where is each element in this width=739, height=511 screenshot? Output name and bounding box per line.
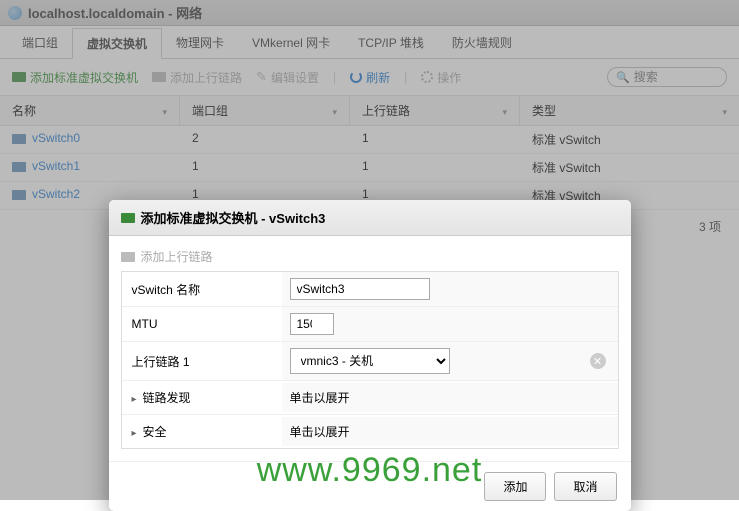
add-uplink-link: 添加上行链路 (121, 248, 619, 265)
cancel-button[interactable]: 取消 (554, 472, 616, 501)
expand-icon (132, 425, 139, 439)
row-mtu: MTU (122, 307, 618, 342)
dialog-title-bar: 添加标准虚拟交换机 - vSwitch3 (109, 200, 631, 236)
row-security[interactable]: 安全 单击以展开 (122, 415, 618, 448)
mtu-label: MTU (122, 309, 282, 339)
modal-overlay: 添加标准虚拟交换机 - vSwitch3 添加上行链路 vSwitch 名称 M… (0, 0, 739, 500)
row-uplink1: 上行链路 1 vmnic3 - 关机 ✕ (122, 342, 618, 381)
add-vswitch-dialog: 添加标准虚拟交换机 - vSwitch3 添加上行链路 vSwitch 名称 M… (109, 200, 631, 511)
mtu-input[interactable] (290, 313, 334, 335)
remove-uplink-icon[interactable]: ✕ (590, 353, 606, 369)
expand-icon (132, 391, 139, 405)
dialog-form: vSwitch 名称 MTU 上行链路 1 vmnic3 - 关机 ✕ 链路发现 (121, 271, 619, 449)
uplink-icon (121, 252, 135, 262)
add-uplink-sub-label: 添加上行链路 (141, 248, 213, 265)
vswitch-icon (121, 213, 135, 223)
row-vswitch-name: vSwitch 名称 (122, 272, 618, 307)
linkdisc-hint: 单击以展开 (282, 383, 618, 412)
vswitch-name-input[interactable] (290, 278, 430, 300)
linkdisc-label: 链路发现 (143, 389, 191, 406)
vswitch-name-label: vSwitch 名称 (122, 273, 282, 306)
uplink1-select[interactable]: vmnic3 - 关机 (290, 348, 450, 374)
dialog-title: 添加标准虚拟交换机 - vSwitch3 (141, 208, 326, 227)
uplink1-label: 上行链路 1 (122, 345, 282, 378)
security-label: 安全 (143, 423, 167, 440)
row-link-discovery[interactable]: 链路发现 单击以展开 (122, 381, 618, 415)
add-button[interactable]: 添加 (484, 472, 546, 501)
security-hint: 单击以展开 (282, 417, 618, 446)
dialog-footer: 添加 取消 (109, 461, 631, 511)
